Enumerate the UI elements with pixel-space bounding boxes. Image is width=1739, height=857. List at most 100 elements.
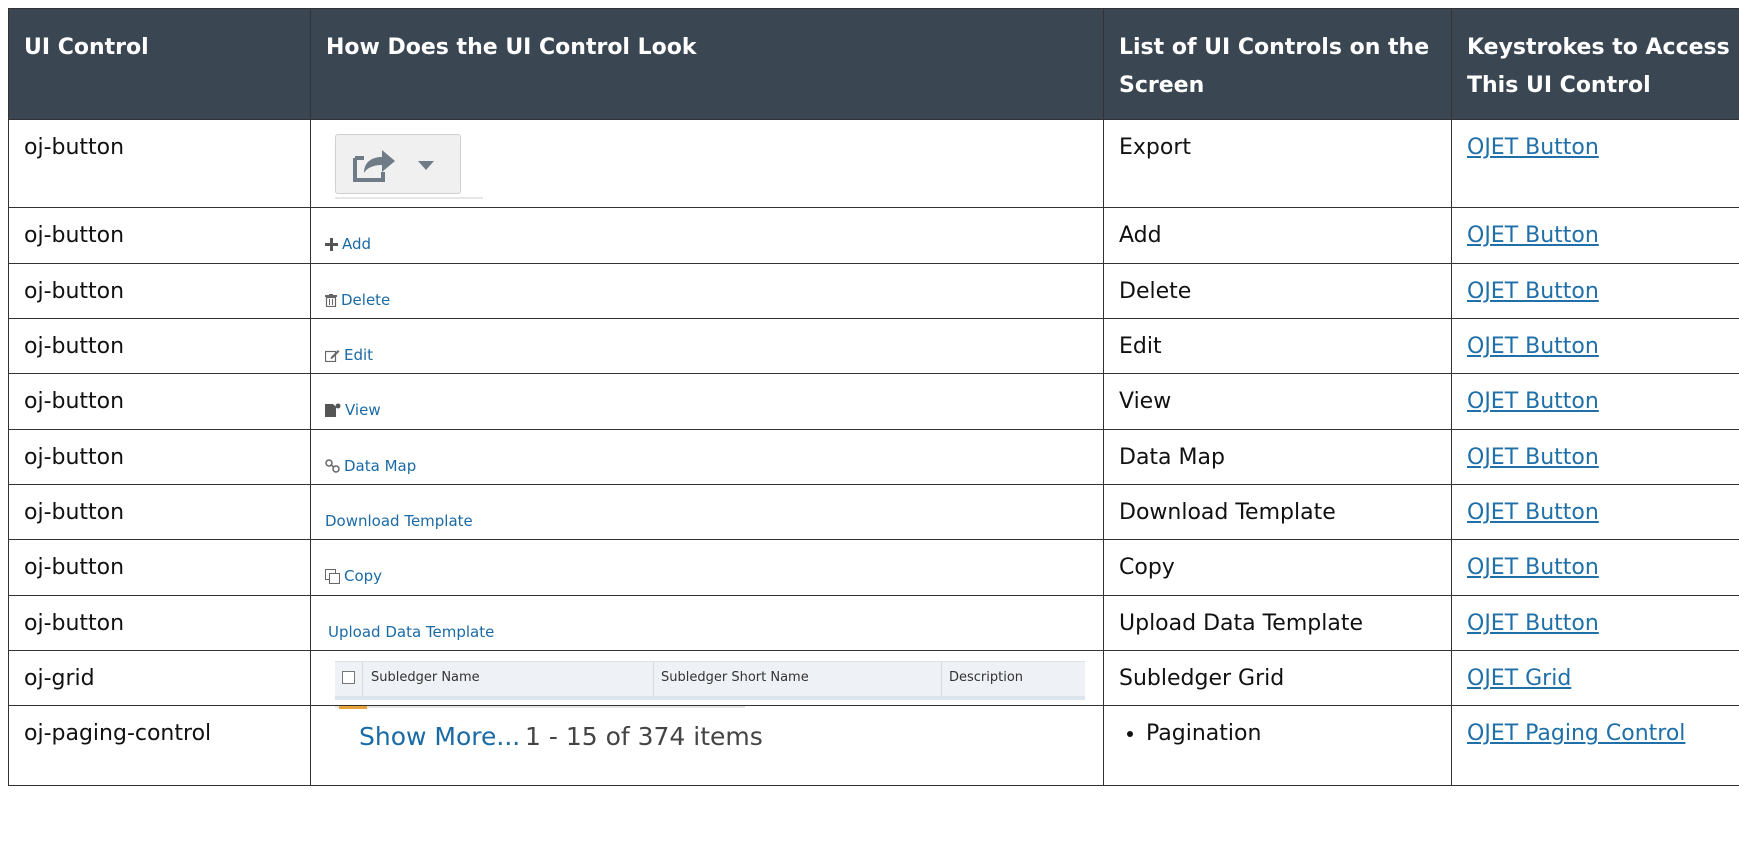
view-button[interactable]: View [325, 401, 381, 419]
edit-button[interactable]: Edit [325, 346, 373, 364]
table-row: oj-button Upload Data Template Upload Da… [8, 595, 1739, 651]
paging-control: Show More... 1 - 15 of 374 items [325, 706, 1089, 781]
upload-data-template-label: Upload Data Template [328, 623, 495, 641]
cell-control: oj-button [8, 263, 311, 319]
grid-column-subledger-name[interactable]: Subledger Name [371, 670, 480, 685]
ojet-button-link[interactable]: OJET Button [1467, 389, 1599, 414]
cell-list: Data Map [1103, 429, 1452, 485]
cell-keys: OJET Button [1451, 318, 1739, 374]
cell-list: View [1103, 373, 1452, 430]
ojet-button-link[interactable]: OJET Button [1467, 279, 1599, 304]
cell-look: Download Template [310, 484, 1104, 540]
ojet-button-link[interactable]: OJET Button [1467, 500, 1599, 525]
cell-control: oj-button [8, 373, 311, 430]
paging-range-text: 1 - 15 of 374 items [525, 722, 763, 751]
ojet-button-link[interactable]: OJET Button [1467, 445, 1599, 470]
copy-icon [325, 568, 340, 584]
ojet-grid-link[interactable]: OJET Grid [1467, 666, 1571, 691]
cell-control: oj-button [8, 539, 311, 596]
edit-label: Edit [344, 346, 374, 364]
delete-button[interactable]: Delete [325, 291, 390, 309]
ojet-button-link[interactable]: OJET Button [1467, 135, 1599, 160]
cell-keys: OJET Button [1451, 263, 1739, 319]
table-row: oj-button Edit Edit OJET Button [8, 318, 1739, 374]
table-row: oj-button Copy Copy OJET Button [8, 539, 1739, 596]
cell-keys: OJET Button [1451, 119, 1739, 208]
download-template-label: Download Template [325, 512, 473, 530]
cell-look: Data Map [310, 429, 1104, 485]
cell-look: Show More... 1 - 15 of 374 items [310, 705, 1104, 786]
copy-label: Copy [344, 567, 383, 585]
cell-keys: OJET Button [1451, 207, 1739, 264]
ojet-button-link[interactable]: OJET Button [1467, 555, 1599, 580]
view-icon [325, 403, 341, 417]
ojet-button-link[interactable]: OJET Button [1467, 611, 1599, 636]
cell-list: Add [1103, 207, 1452, 264]
copy-button[interactable]: Copy [325, 567, 382, 585]
view-label: View [345, 401, 381, 419]
divider [653, 662, 654, 696]
cell-control: oj-button [8, 318, 311, 374]
data-map-label: Data Map [344, 457, 417, 475]
add-label: Add [342, 235, 372, 253]
download-template-button[interactable]: Download Template [325, 512, 473, 530]
cell-list: Copy [1103, 539, 1452, 596]
divider [335, 706, 745, 708]
cell-control: oj-paging-control [8, 705, 311, 786]
cell-keys: OJET Button [1451, 373, 1739, 430]
divider [362, 662, 363, 696]
ui-controls-table: UI Control How Does the UI Control Look … [8, 8, 1739, 786]
header-row: UI Control How Does the UI Control Look … [8, 8, 1739, 120]
table-row: oj-button Export OJET Button [8, 119, 1739, 208]
table-row: oj-paging-control Show More... 1 - 15 of… [8, 705, 1739, 786]
table-row: oj-button Download Template Download Tem… [8, 484, 1739, 540]
table-row: oj-button Delete Delete OJET Button [8, 263, 1739, 319]
header-list-controls: List of UI Controls on the Screen [1103, 8, 1452, 120]
ojet-button-link[interactable]: OJET Button [1467, 223, 1599, 248]
chevron-down-icon [418, 161, 434, 170]
cell-keys: OJET Button [1451, 429, 1739, 485]
table-row: oj-button Data Map Data Map OJET Button [8, 429, 1739, 485]
cell-look: Add [310, 207, 1104, 264]
subledger-grid-header: Subledger Name Subledger Short Name Desc… [335, 661, 1085, 697]
grid-column-subledger-short-name[interactable]: Subledger Short Name [661, 670, 809, 685]
export-button[interactable] [335, 134, 461, 194]
cell-control: oj-button [8, 119, 311, 208]
ojet-button-link[interactable]: OJET Button [1467, 334, 1599, 359]
select-all-checkbox[interactable] [342, 671, 355, 684]
cell-look: Copy [310, 539, 1104, 596]
cell-list: Edit [1103, 318, 1452, 374]
divider [941, 662, 942, 696]
cell-look: Upload Data Template [310, 595, 1104, 651]
trash-icon [325, 293, 337, 307]
cell-look: Edit [310, 318, 1104, 374]
show-more-link[interactable]: Show More... [359, 722, 520, 751]
table-row: oj-button Add Add OJET Button [8, 207, 1739, 264]
grid-column-description[interactable]: Description [949, 670, 1023, 685]
edit-icon [325, 349, 340, 362]
cell-keys: OJET Button [1451, 484, 1739, 540]
divider [339, 706, 367, 709]
cell-control: oj-button [8, 207, 311, 264]
add-button[interactable]: Add [325, 235, 371, 253]
export-icon [352, 148, 396, 188]
delete-label: Delete [341, 291, 391, 309]
list-item: Pagination [1146, 720, 1436, 748]
cell-look [310, 119, 1104, 208]
cell-list: Download Template [1103, 484, 1452, 540]
divider [335, 197, 483, 199]
data-map-button[interactable]: Data Map [325, 457, 416, 475]
cell-look: View [310, 373, 1104, 430]
cell-look: Subledger Name Subledger Short Name Desc… [310, 650, 1104, 706]
cell-control: oj-button [8, 429, 311, 485]
cell-control: oj-button [8, 595, 311, 651]
ojet-paging-control-link[interactable]: OJET Paging Control [1467, 721, 1685, 746]
upload-data-template-button[interactable]: Upload Data Template [328, 623, 494, 641]
cell-list: Delete [1103, 263, 1452, 319]
table-row: oj-grid Subledger Name Subledger Short N… [8, 650, 1739, 706]
plus-icon [325, 237, 338, 251]
cell-list: Export [1103, 119, 1452, 208]
header-ui-control: UI Control [8, 8, 311, 120]
cell-keys: OJET Button [1451, 595, 1739, 651]
table-row: oj-button View View OJET Button [8, 373, 1739, 430]
